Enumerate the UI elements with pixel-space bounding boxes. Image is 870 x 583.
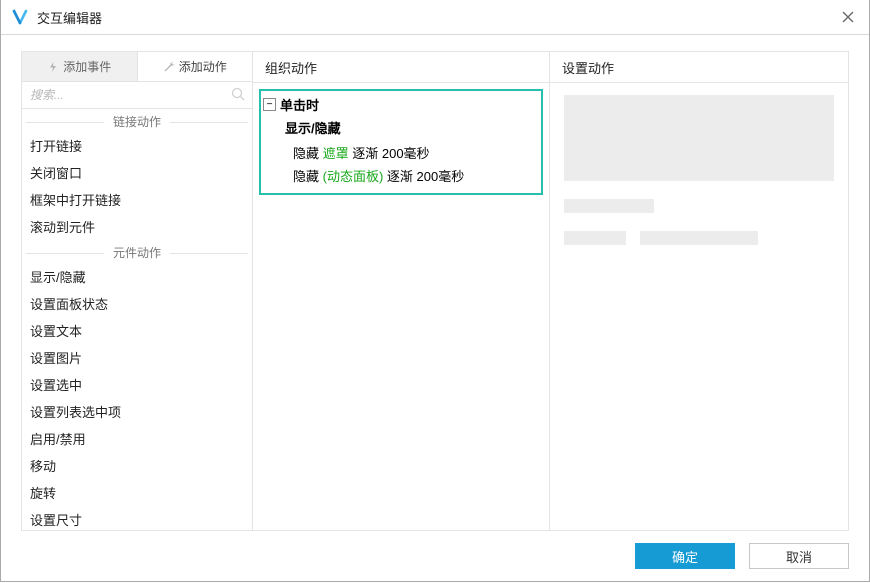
case-name[interactable]: 显示/隐藏 [261,116,541,141]
action-item[interactable]: 设置图片 [22,344,252,371]
action-target: (动态面板) [323,169,384,184]
middle-panel: 组织动作 − 单击时 显示/隐藏 隐藏 遮罩 逐渐 200毫秒隐藏 (动态面板)… [253,52,550,530]
action-item[interactable]: 显示/隐藏 [22,263,252,290]
event-case-box[interactable]: − 单击时 显示/隐藏 隐藏 遮罩 逐渐 200毫秒隐藏 (动态面板) 逐渐 2… [259,89,543,195]
close-button[interactable] [837,6,859,28]
action-item[interactable]: 启用/禁用 [22,425,252,452]
action-target: 遮罩 [323,146,349,161]
config-placeholder-label-2 [564,231,626,245]
wand-icon [163,61,175,73]
action-item[interactable]: 滚动到元件 [22,213,252,240]
tab-add-event[interactable]: 添加事件 [22,52,138,82]
right-body [550,83,848,275]
app-logo-icon [11,8,29,26]
tab-add-event-label: 添加事件 [63,58,111,75]
action-list[interactable]: 链接动作 打开链接关闭窗口框架中打开链接滚动到元件 元件动作 显示/隐藏设置面板… [22,109,252,530]
section-header-link: 链接动作 [22,113,252,130]
action-item[interactable]: 移动 [22,452,252,479]
section-header-widget: 元件动作 [22,244,252,261]
search-icon [230,86,246,107]
event-row[interactable]: − 单击时 [261,91,541,116]
tab-add-action[interactable]: 添加动作 [138,52,253,82]
action-item[interactable]: 设置选中 [22,371,252,398]
action-line[interactable]: 隐藏 遮罩 逐渐 200毫秒 [261,141,541,164]
action-item[interactable]: 旋转 [22,479,252,506]
action-item[interactable]: 框架中打开链接 [22,186,252,213]
collapse-toggle[interactable]: − [263,98,276,111]
middle-header: 组织动作 [253,52,549,83]
search-input[interactable] [22,82,252,108]
interaction-editor-window: 交互编辑器 添加事件 添加动作 [0,0,870,582]
action-item[interactable]: 设置文本 [22,317,252,344]
ok-button[interactable]: 确定 [635,543,735,569]
right-header: 设置动作 [550,52,848,83]
right-panel: 设置动作 [550,52,848,530]
event-name: 单击时 [280,95,319,114]
dialog-footer: 确定 取消 [635,543,849,569]
middle-body: − 单击时 显示/隐藏 隐藏 遮罩 逐渐 200毫秒隐藏 (动态面板) 逐渐 2… [253,83,549,201]
config-placeholder-label-1 [564,199,654,213]
action-item[interactable]: 打开链接 [22,132,252,159]
config-placeholder-large [564,95,834,181]
action-item[interactable]: 设置列表选中项 [22,398,252,425]
tab-add-action-label: 添加动作 [179,58,227,75]
dialog-body: 添加事件 添加动作 链接动作 打开链接关闭窗口框架中打开链接滚动到元件 [1,35,869,583]
columns: 添加事件 添加动作 链接动作 打开链接关闭窗口框架中打开链接滚动到元件 [21,51,849,531]
lightning-icon [47,61,59,73]
config-placeholder-field-2 [640,231,758,245]
search-box [22,82,252,109]
tab-strip: 添加事件 添加动作 [22,52,252,82]
cancel-button[interactable]: 取消 [749,543,849,569]
action-item[interactable]: 关闭窗口 [22,159,252,186]
window-title: 交互编辑器 [37,8,102,27]
close-icon [842,11,854,23]
action-line[interactable]: 隐藏 (动态面板) 逐渐 200毫秒 [261,164,541,187]
action-item[interactable]: 设置尺寸 [22,506,252,530]
left-panel: 添加事件 添加动作 链接动作 打开链接关闭窗口框架中打开链接滚动到元件 [22,52,253,530]
titlebar: 交互编辑器 [1,0,869,35]
action-item[interactable]: 设置面板状态 [22,290,252,317]
